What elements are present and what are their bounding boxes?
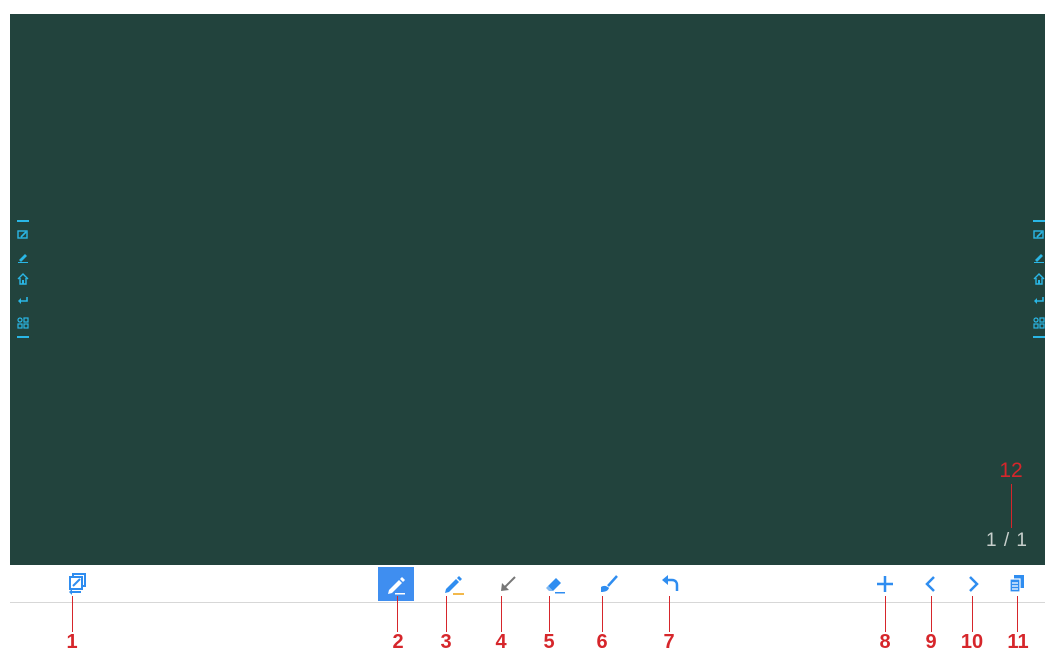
callout-line-2: [397, 596, 398, 632]
highlighter-tool-button[interactable]: [436, 567, 472, 601]
toolbar-divider: [10, 602, 1045, 603]
chevron-left-icon: [925, 576, 935, 592]
brush-clear-icon: [601, 575, 618, 592]
callout-number-8: 8: [879, 631, 891, 653]
callout-line-9: [931, 596, 932, 632]
switch-mode-button[interactable]: [60, 567, 96, 601]
callout-number-12: 12: [999, 459, 1023, 482]
callout-line-4: [501, 596, 502, 632]
callout-number-2: 2: [392, 631, 404, 653]
side-menu-handle-bottom[interactable]: [17, 336, 29, 338]
callout-number-5: 5: [543, 631, 555, 653]
callout-number-9: 9: [925, 631, 937, 653]
whiteboard-icon[interactable]: [17, 229, 29, 241]
eraser-icon: [546, 578, 565, 594]
apps-icon[interactable]: [17, 317, 29, 329]
page-indicator: 1 / 1: [986, 530, 1028, 551]
pen-tool-button[interactable]: [378, 567, 414, 601]
back-icon[interactable]: [1033, 295, 1045, 307]
apps-icon[interactable]: [1033, 317, 1045, 329]
callout-number-3: 3: [440, 631, 452, 653]
whiteboard-switch-icon: [69, 573, 86, 595]
pen-icon[interactable]: [17, 251, 29, 263]
callout-number-10: 10: [960, 631, 984, 653]
callout-number-4: 4: [495, 631, 507, 653]
pen-icon: [388, 577, 405, 595]
callout-number-11: 11: [1007, 631, 1029, 653]
whiteboard-icon[interactable]: [1033, 229, 1045, 241]
undo-icon: [662, 575, 679, 591]
next-page-button[interactable]: [955, 567, 991, 601]
side-menu-handle-bottom[interactable]: [1033, 336, 1045, 338]
back-icon[interactable]: [17, 295, 29, 307]
callout-line-12: [1011, 484, 1012, 528]
callout-line-6: [602, 596, 603, 632]
home-icon[interactable]: [17, 273, 29, 285]
callout-line-10: [972, 596, 973, 632]
highlighter-icon: [445, 576, 464, 595]
side-menu-handle-top[interactable]: [17, 220, 29, 222]
callout-line-7: [669, 596, 670, 632]
callout-line-8: [885, 596, 886, 632]
pointer-tool-button[interactable]: [490, 567, 526, 601]
callout-line-11: [1017, 596, 1018, 632]
callout-number-1: 1: [66, 631, 78, 653]
pages-icon: [1009, 575, 1024, 593]
callout-line-3: [446, 596, 447, 632]
clear-tool-button[interactable]: [591, 567, 627, 601]
pen-icon[interactable]: [1033, 251, 1045, 263]
side-menu-handle-top[interactable]: [1033, 220, 1045, 222]
undo-button[interactable]: [652, 567, 688, 601]
side-menu-left: [17, 218, 29, 340]
whiteboard-canvas[interactable]: [10, 14, 1045, 565]
callout-number-6: 6: [596, 631, 608, 653]
callout-line-5: [549, 596, 550, 632]
chevron-right-icon: [969, 576, 979, 592]
callout-number-7: 7: [663, 631, 675, 653]
callout-line-1: [72, 596, 73, 632]
pointer-arrow-icon: [501, 576, 516, 591]
side-menu-right: [1033, 218, 1045, 340]
eraser-tool-button[interactable]: [538, 567, 574, 601]
home-icon[interactable]: [1033, 273, 1045, 285]
plus-icon: [877, 576, 893, 592]
